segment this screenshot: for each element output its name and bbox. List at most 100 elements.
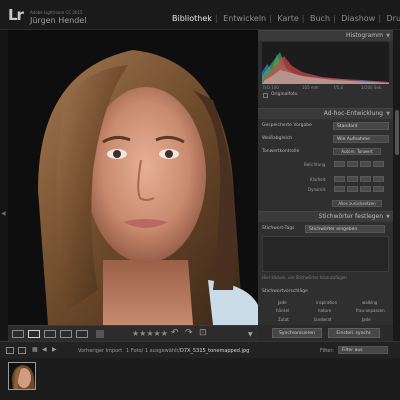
exposure-dec[interactable] <box>347 161 358 167</box>
sync-buttons-bar: Synchronisieren Einstell. synchr. <box>258 325 393 341</box>
exposure-label: Belichtung <box>304 162 326 167</box>
rotate-left-icon[interactable]: ↶ <box>171 328 179 338</box>
keyword-suggestions-label: Stichwortvorschläge <box>262 289 308 294</box>
keyword-tags-label: Stichwort-Tags <box>262 226 295 231</box>
crop-icon[interactable]: ⊡ <box>199 328 207 338</box>
histogram[interactable] <box>262 42 389 84</box>
product-name: Adobe Lightroom CC 2015 <box>30 10 83 15</box>
keywording-header[interactable]: Stichwörter festlegen ▼ <box>258 211 393 222</box>
vibrance-inc-large[interactable] <box>373 186 384 192</box>
filmstrip-count: 1 Foto/ 1 ausgewählt/ <box>126 348 181 354</box>
collapse-icon: ▼ <box>386 214 390 220</box>
forward-arrow-icon[interactable]: ▶ <box>52 346 57 353</box>
sync-metadata-button[interactable]: Synchronisieren <box>272 328 322 338</box>
filmstrip-header: ▦ ◀ ▶ Vorheriger Import 1 Foto/ 1 ausgew… <box>0 341 400 358</box>
white-balance-select[interactable]: Wie Aufnahme <box>333 135 389 143</box>
exposure-dec-large[interactable] <box>334 161 345 167</box>
saved-preset-select[interactable]: Standard <box>333 122 389 130</box>
filmstrip-thumbnail[interactable] <box>8 362 36 390</box>
grid-icon[interactable]: ▦ <box>32 346 38 353</box>
module-entwickeln[interactable]: Entwickeln <box>223 14 266 23</box>
right-scrollbar-thumb[interactable] <box>395 110 399 155</box>
reset-all-button[interactable]: Alles zurücksetzen <box>332 200 382 207</box>
loupe-view-icon[interactable] <box>28 330 40 338</box>
module-picker: Bibliothek | Entwickeln | Karte | Buch | Dia… <box>172 14 400 23</box>
filter-label: Filter: <box>320 348 334 354</box>
keyword-tags-select[interactable]: Stichwörter eingeben <box>305 225 385 233</box>
clarity-label: Klarheit <box>310 177 326 182</box>
module-bibliothek[interactable]: Bibliothek <box>172 14 212 23</box>
secondary-window-icon[interactable] <box>6 347 14 354</box>
exposure-inc-large[interactable] <box>373 161 384 167</box>
filmstrip <box>0 358 400 400</box>
keywords-textarea[interactable] <box>262 236 389 272</box>
thumbnail-portrait <box>9 363 35 389</box>
suggestion-5[interactable]: nature <box>318 308 331 313</box>
survey-view-icon[interactable] <box>60 330 72 338</box>
sync-settings-button[interactable]: Einstell. synchr. <box>328 328 380 338</box>
suggestion-3[interactable]: walking <box>362 300 377 305</box>
module-diashow[interactable]: Diashow <box>341 14 375 23</box>
vibrance-inc[interactable] <box>360 186 371 192</box>
suggestion-7[interactable]: Zutat <box>278 317 289 322</box>
collapse-icon: ▼ <box>386 111 390 117</box>
vibrance-dec-large[interactable] <box>334 186 345 192</box>
back-arrow-icon[interactable]: ◀ <box>42 346 47 353</box>
expand-left-arrow-icon[interactable]: ◀ <box>1 210 6 217</box>
vibrance-label: Dynamik <box>308 187 326 192</box>
right-panel: Histogramm ▼ ISO 100 105 mm f/5,6 1/200 S… <box>258 30 393 341</box>
vibrance-dec[interactable] <box>347 186 358 192</box>
saved-preset-label: Gespeicherte Vorgabe <box>262 123 312 128</box>
filmstrip-filename: D7X_5315_tonemapped.jpg <box>180 348 250 354</box>
histogram-title: Histogramm <box>346 32 383 39</box>
suggestion-2[interactable]: inspiration <box>316 300 337 305</box>
suggestion-8[interactable]: landwrat <box>314 317 332 322</box>
top-bar: Lr Adobe Lightroom CC 2015 Jürgen Hendel… <box>0 0 400 30</box>
keywording-title: Stichwörter festlegen <box>318 213 383 220</box>
suggestion-6[interactable]: frau-anpassen <box>356 308 385 313</box>
clarity-inc-large[interactable] <box>373 176 384 182</box>
flag-icon[interactable] <box>96 330 104 338</box>
grid-view-icon[interactable] <box>12 330 24 338</box>
people-view-icon[interactable] <box>76 330 88 338</box>
histogram-header[interactable]: Histogramm ▼ <box>258 30 393 41</box>
filter-select[interactable]: Filter aus <box>338 346 388 354</box>
clarity-dec[interactable] <box>347 176 358 182</box>
suggestion-9[interactable]: Jade <box>362 317 371 322</box>
photo-toolbar: ★★★★★ ↶ ↷ ⊡ ▼ <box>8 325 258 341</box>
main-window-icon[interactable] <box>18 347 26 354</box>
rotate-right-icon[interactable]: ↷ <box>185 328 193 338</box>
module-buch[interactable]: Buch <box>310 14 330 23</box>
module-karte[interactable]: Karte <box>277 14 298 23</box>
original-photo-checkbox[interactable] <box>263 93 268 98</box>
white-balance-label: Weißabgleich <box>262 136 293 141</box>
lightroom-logo: Lr <box>8 6 24 24</box>
original-photo-label: Originalfoto <box>271 92 298 97</box>
histogram-graph <box>262 52 389 84</box>
quick-develop-header[interactable]: Ad-hoc-Entwicklung ▼ <box>258 108 393 119</box>
auto-tone-button[interactable]: Autom. Tonwert <box>333 148 381 155</box>
aperture-label: f/5,6 <box>334 85 344 90</box>
compare-view-icon[interactable] <box>44 330 56 338</box>
clarity-dec-large[interactable] <box>334 176 345 182</box>
focal-length-label: 105 mm <box>302 85 319 90</box>
right-scrollbar-track[interactable] <box>393 30 400 341</box>
quick-develop-title: Ad-hoc-Entwicklung <box>323 110 383 117</box>
exposure-inc[interactable] <box>360 161 371 167</box>
module-drucken[interactable]: Drucken <box>387 14 400 23</box>
shutter-label: 1/200 Sek. <box>361 85 383 90</box>
suggestion-1[interactable]: Jade <box>278 300 287 305</box>
collapse-icon: ▼ <box>386 33 390 39</box>
toolbar-menu-icon[interactable]: ▼ <box>248 331 253 338</box>
portrait-photo <box>8 30 258 325</box>
loupe-photo[interactable] <box>8 30 258 325</box>
identity-plate: Jürgen Hendel <box>30 16 87 25</box>
filmstrip-source[interactable]: Vorheriger Import <box>78 348 122 354</box>
iso-label: ISO 100 <box>263 85 279 90</box>
star-rating[interactable]: ★★★★★ <box>132 329 168 338</box>
tone-control-label: Tonwertkontrolle <box>262 149 300 154</box>
keywords-add-placeholder[interactable]: Hier klicken, um Stichwörter hinzuzufüge… <box>262 275 347 280</box>
suggestion-4[interactable]: hänsel <box>276 308 289 313</box>
clarity-inc[interactable] <box>360 176 371 182</box>
left-panel-collapsed[interactable]: ◀ <box>0 30 8 340</box>
